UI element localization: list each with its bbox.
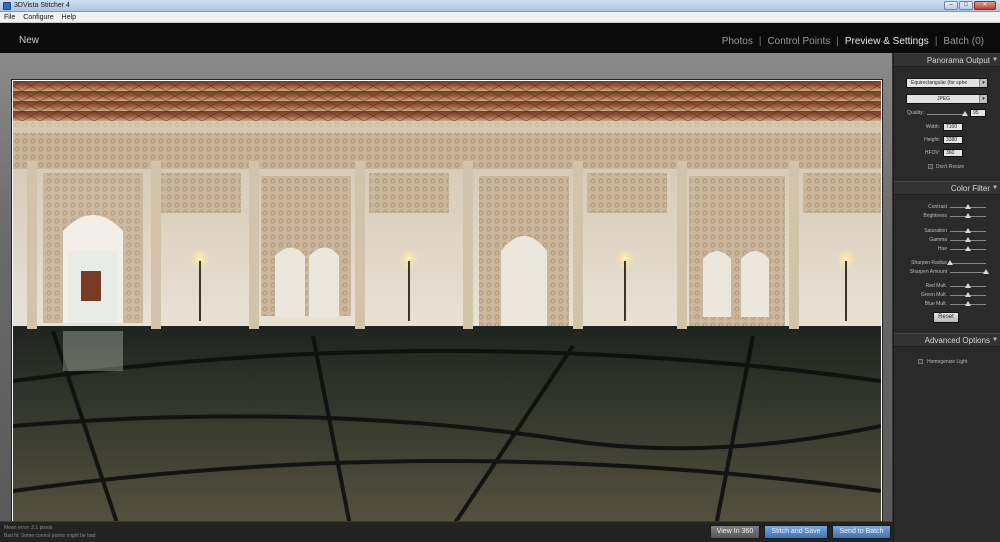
collapse-arrow-icon: ▼	[992, 185, 998, 191]
top-navigation: New Photos | Control Points | Preview & …	[0, 23, 1000, 53]
color-slider-thumb[interactable]	[965, 228, 971, 233]
format-dropdown[interactable]: JPEG ▾	[906, 94, 988, 104]
color-slider-track[interactable]	[950, 272, 986, 273]
panorama-output-header[interactable]: Panorama Output ▼	[894, 53, 1000, 67]
color-slider-label: Contrast	[928, 204, 947, 210]
width-input[interactable]: 7100	[943, 123, 963, 131]
color-slider-label: Sharpen Radius	[911, 260, 947, 266]
send-to-batch-button[interactable]: Send to Batch	[832, 525, 891, 539]
quality-slider-thumb[interactable]	[962, 111, 968, 116]
color-slider-thumb[interactable]	[965, 246, 971, 251]
color-slider-label: Saturation	[924, 228, 947, 234]
color-slider-thumb[interactable]	[965, 213, 971, 218]
color-slider-thumb[interactable]	[965, 301, 971, 306]
view-in-360-button[interactable]: View In 360	[710, 525, 760, 539]
menu-configure[interactable]: Configure	[19, 12, 57, 22]
stitcher-window: 3DVista Stitcher 4 – □ ✕ File Configure …	[0, 0, 1000, 542]
panorama-preview-image[interactable]	[13, 81, 881, 541]
quality-slider-track[interactable]	[927, 114, 967, 115]
color-slider-track[interactable]	[950, 263, 986, 264]
collapse-arrow-icon: ▼	[992, 337, 998, 343]
color-slider-label: Blue Mult.	[924, 301, 947, 307]
menu-file[interactable]: File	[0, 12, 19, 22]
format-value: JPEG	[937, 96, 951, 102]
quality-input[interactable]: 95	[970, 109, 986, 117]
close-button[interactable]: ✕	[974, 1, 996, 10]
collapse-arrow-icon: ▼	[992, 57, 998, 63]
color-slider-thumb[interactable]	[965, 292, 971, 297]
homogenize-light-checkbox[interactable]	[918, 359, 923, 364]
menu-help[interactable]: Help	[58, 12, 80, 22]
height-label: Height:	[924, 137, 940, 143]
color-slider-thumb[interactable]	[965, 237, 971, 242]
color-slider-thumb[interactable]	[947, 260, 953, 265]
status-bar: Mean error: 2.1 pixels Bad fit: Some con…	[0, 521, 893, 542]
color-slider-thumb[interactable]	[965, 283, 971, 288]
window-title: 3DVista Stitcher 4	[14, 2, 70, 9]
color-slider-label: Sharpen Amount	[909, 269, 947, 275]
minimize-button[interactable]: –	[944, 1, 958, 10]
reset-button[interactable]: Reset	[933, 312, 959, 323]
status-fit-warning: Bad fit: Some control points might be ba…	[4, 533, 96, 539]
quality-label: Quality:	[907, 110, 924, 116]
menu-bar: File Configure Help	[0, 12, 1000, 23]
tab-separator: |	[836, 35, 839, 47]
dropdown-arrow-icon: ▾	[979, 95, 987, 103]
color-slider-label: Gamma	[929, 237, 947, 243]
projection-dropdown[interactable]: Equirectangular (for sphe ▾	[906, 78, 988, 88]
color-slider-thumb[interactable]	[983, 269, 989, 274]
dropdown-arrow-icon: ▾	[979, 79, 987, 87]
title-bar: 3DVista Stitcher 4 – □ ✕	[0, 0, 1000, 12]
projection-value: Equirectangular (for sphe	[911, 80, 968, 86]
tab-separator: |	[934, 35, 938, 47]
advanced-options-header[interactable]: Advanced Options ▼	[894, 333, 1000, 347]
status-mean-error: Mean error: 2.1 pixels	[4, 525, 53, 531]
tab-photos[interactable]: Photos	[722, 36, 753, 47]
color-slider-thumb[interactable]	[965, 204, 971, 209]
color-filter-header[interactable]: Color Filter ▼	[894, 181, 1000, 195]
dont-resize-checkbox[interactable]	[928, 164, 933, 169]
stitch-and-save-button[interactable]: Stitch and Save	[764, 525, 828, 539]
color-slider-label: Green Mult.	[920, 292, 947, 298]
color-slider-label: Red Mult.	[925, 283, 947, 289]
dont-resize-label: Don't Resize	[936, 164, 965, 170]
height-input[interactable]: 3380	[943, 136, 963, 144]
maximize-button[interactable]: □	[959, 1, 973, 10]
color-slider-label: Brightness	[923, 213, 947, 219]
advanced-options-title: Advanced Options	[924, 336, 990, 345]
width-label: Width:	[925, 124, 940, 130]
tab-preview-settings[interactable]: Preview & Settings	[845, 36, 929, 47]
color-slider-label: Hue	[937, 246, 947, 252]
app-icon	[3, 2, 11, 10]
homogenize-light-label: Homogenize Light	[927, 359, 968, 365]
color-filter-title: Color Filter	[950, 184, 990, 193]
hfov-input[interactable]: 360	[943, 149, 963, 157]
settings-panel: Panorama Output ▼ Equirectangular (for s…	[894, 53, 1000, 542]
panorama-output-title: Panorama Output	[926, 56, 990, 65]
tab-control-points[interactable]: Control Points	[767, 36, 830, 47]
preview-area	[0, 53, 893, 542]
tab-separator: |	[758, 35, 762, 47]
hfov-label: HFOV:	[924, 150, 940, 156]
tab-batch[interactable]: Batch (0)	[943, 36, 984, 47]
